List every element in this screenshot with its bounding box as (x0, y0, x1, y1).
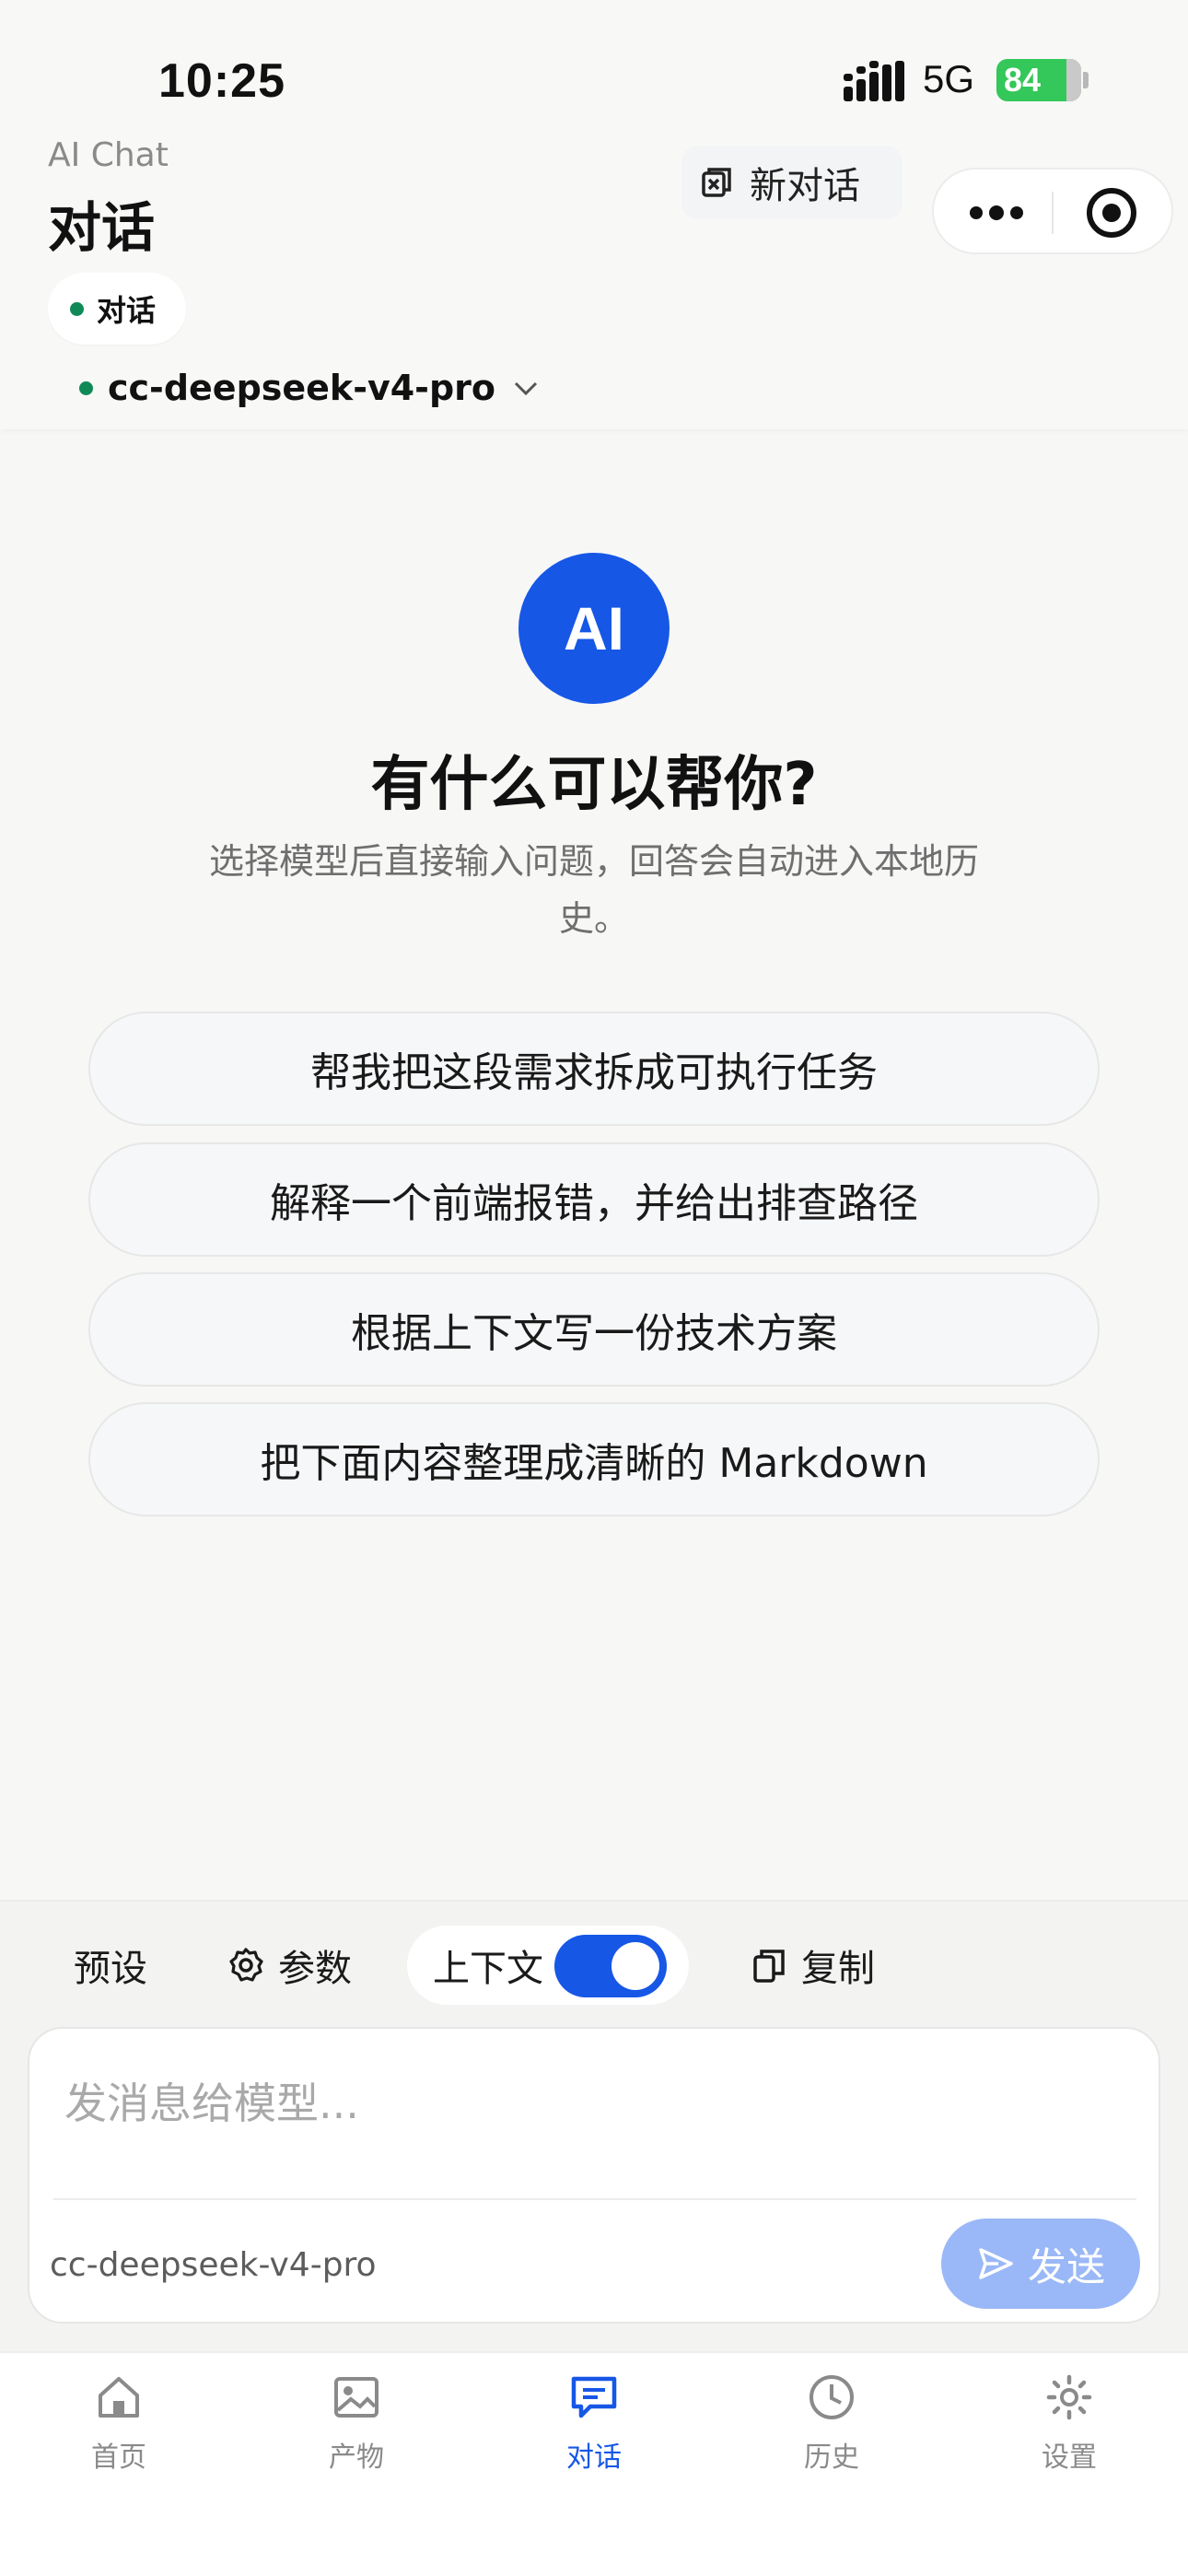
suggestion-chip[interactable]: 根据上下文写一份技术方案 (88, 1272, 1100, 1387)
more-icon[interactable] (969, 205, 1024, 221)
new-chat-button[interactable]: 新对话 (681, 146, 903, 219)
battery-level: 84 (1004, 61, 1042, 99)
context-label: 上下文 (433, 1948, 543, 1990)
tab-label: 首页 (91, 2441, 146, 2474)
send-icon (979, 2248, 1013, 2279)
tab-settings[interactable]: 设置 (950, 2371, 1188, 2491)
message-composer: cc-deepseek-v4-pro 发送 (28, 2027, 1160, 2324)
new-chat-icon (702, 168, 731, 197)
gear-icon (229, 1948, 263, 1982)
status-dot (70, 301, 84, 316)
model-name: cc-deepseek-v4-pro (108, 368, 496, 408)
mode-chip-label: 对话 (97, 293, 157, 328)
clock-icon (809, 2375, 854, 2419)
tab-label: 对话 (566, 2441, 622, 2474)
model-selector[interactable]: cc-deepseek-v4-pro (48, 357, 542, 418)
welcome-subtitle: 选择模型后直接输入问题，回答会自动进入本地历史。 (208, 841, 979, 939)
tab-history[interactable]: 历史 (713, 2371, 950, 2491)
send-button[interactable]: 发送 (941, 2219, 1140, 2309)
status-time: 10:25 (158, 54, 285, 108)
copy-icon (753, 1950, 785, 1983)
params-button[interactable]: 参数 (199, 1926, 379, 2005)
mini-program-capsule (932, 168, 1173, 254)
copy-label: 复制 (801, 1948, 875, 1990)
home-icon (99, 2377, 139, 2418)
status-bar: 10:25 5G 84 (0, 0, 1188, 157)
tab-chat[interactable]: 对话 (475, 2371, 713, 2491)
mode-chip[interactable]: 对话 (48, 273, 186, 345)
tab-label: 产物 (329, 2441, 384, 2474)
gear-icon (1046, 2374, 1092, 2420)
battery-tip (1083, 72, 1089, 88)
close-miniprogram-icon[interactable] (1087, 188, 1136, 238)
context-toggle-group: 上下文 (407, 1926, 689, 2005)
params-label: 参数 (278, 1948, 352, 1990)
tab-home[interactable]: 首页 (0, 2371, 238, 2491)
page-title: 对话 (48, 196, 156, 259)
battery-indicator: 84 (996, 59, 1081, 101)
tab-label: 历史 (804, 2441, 859, 2474)
send-label: 发送 (1027, 2243, 1105, 2289)
tab-artifacts[interactable]: 产物 (238, 2371, 475, 2491)
ai-avatar: AI (518, 553, 670, 704)
tab-label: 设置 (1042, 2441, 1097, 2474)
new-chat-label: 新对话 (750, 165, 860, 207)
signal-icon (844, 61, 904, 101)
copy-button[interactable]: 复制 (722, 1926, 903, 2005)
preset-label: 预设 (74, 1948, 147, 1990)
chat-icon (571, 2376, 617, 2418)
app-label: AI Chat (48, 136, 169, 174)
chevron-down-icon (514, 381, 538, 396)
model-status-dot (79, 381, 93, 395)
suggestion-chip[interactable]: 解释一个前端报错，并给出排查路径 (88, 1142, 1100, 1257)
network-type: 5G (923, 57, 975, 100)
welcome-title: 有什么可以帮你? (370, 751, 818, 819)
composer-divider (53, 2198, 1136, 2200)
image-icon (334, 2377, 379, 2418)
composer-model-name: cc-deepseek-v4-pro (50, 2246, 377, 2284)
suggestion-chip[interactable]: 把下面内容整理成清晰的 Markdown (88, 1402, 1100, 1516)
message-input[interactable] (64, 2062, 1124, 2145)
suggestion-chip[interactable]: 帮我把这段需求拆成可执行任务 (88, 1012, 1100, 1126)
preset-button[interactable]: 预设 (46, 1926, 175, 2005)
context-toggle[interactable] (554, 1935, 667, 1997)
capsule-divider (1052, 192, 1054, 234)
